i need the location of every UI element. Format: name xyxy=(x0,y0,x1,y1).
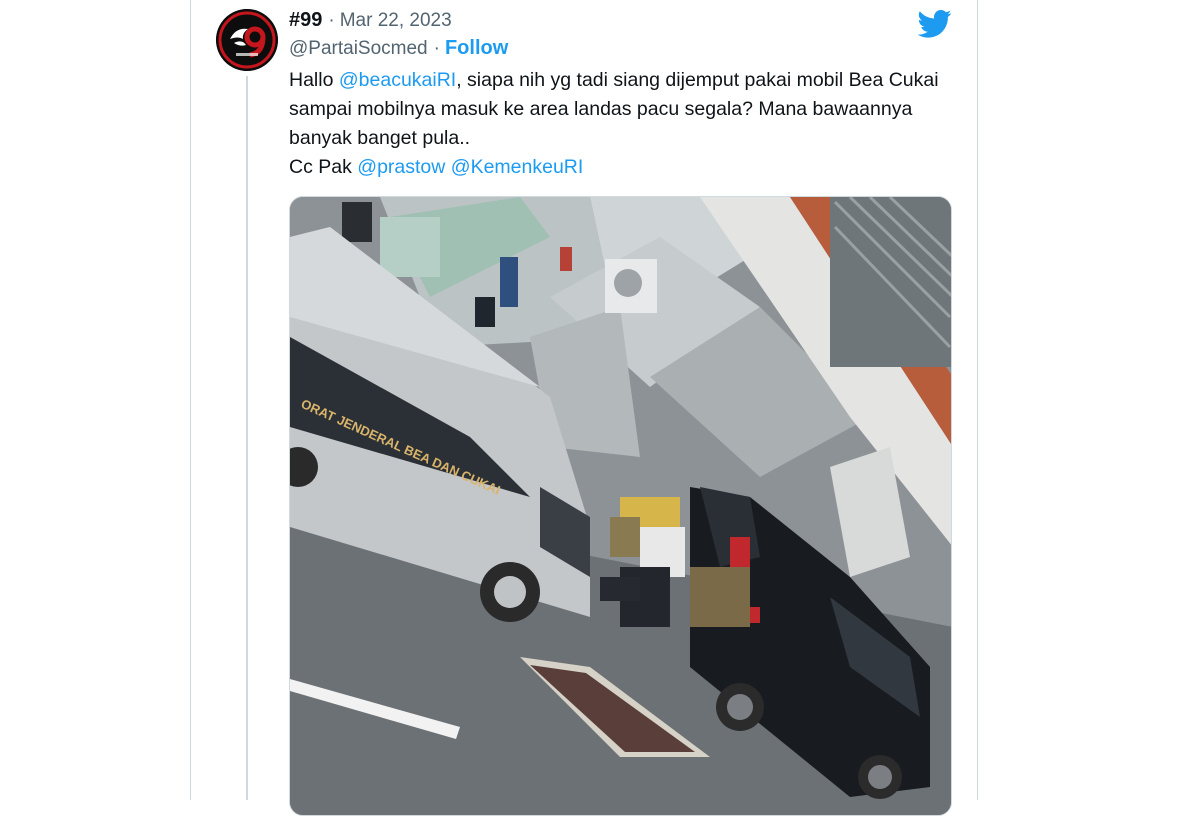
display-name[interactable]: #99 xyxy=(289,9,322,32)
tweet-date[interactable]: Mar 22, 2023 xyxy=(340,10,452,32)
tweet-text-segment: Hallo xyxy=(289,69,339,91)
mention-link[interactable]: @prastow xyxy=(357,156,445,178)
author-line: #99 · Mar 22, 2023 xyxy=(289,9,452,35)
follow-button[interactable]: Follow xyxy=(445,37,508,60)
separator-dot: · xyxy=(328,10,335,31)
author-handle[interactable]: @PartaiSocmed xyxy=(289,38,428,60)
avatar[interactable] xyxy=(216,9,278,71)
separator-dot: · xyxy=(433,38,440,59)
thread-line xyxy=(246,76,248,800)
twitter-bird-icon[interactable] xyxy=(918,9,952,39)
avatar-logo-icon xyxy=(216,9,278,71)
tweet-text: Hallo @beacukaiRI, siapa nih yg tadi sia… xyxy=(289,66,949,182)
tweet-text-segment: Cc Pak xyxy=(289,156,358,178)
mention-link[interactable]: @KemenkeuRI xyxy=(451,156,584,178)
mention-link[interactable]: @beacukaiRI xyxy=(339,69,456,91)
airport-apron-photo: ORAT JENDERAL BEA DAN CUKAI xyxy=(290,197,951,815)
handle-line: @PartaiSocmed · Follow xyxy=(289,37,508,63)
tweet-photo[interactable]: ORAT JENDERAL BEA DAN CUKAI xyxy=(289,196,952,816)
